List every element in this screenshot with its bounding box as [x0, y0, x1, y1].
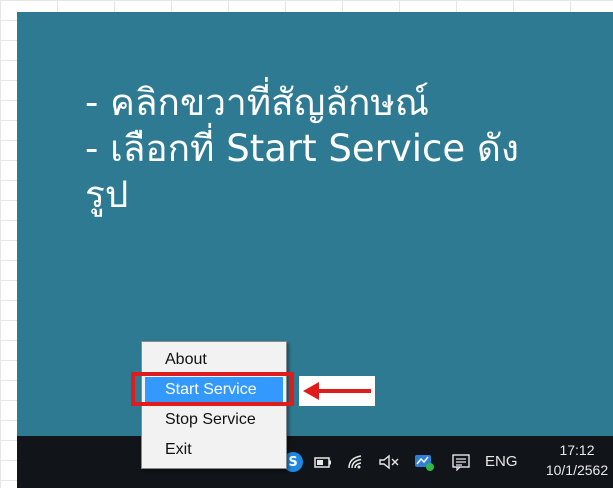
- instruction-line-1: - คลิกขวาที่สัญลักษณ์: [85, 81, 430, 124]
- network-monitor-icon[interactable]: [414, 452, 436, 472]
- clock-date: 10/1/2562: [545, 462, 609, 478]
- pointer-arrow-annotation: [299, 376, 375, 406]
- clock-time: 17:12: [559, 442, 595, 458]
- volume-muted-icon[interactable]: [378, 452, 400, 472]
- system-clock[interactable]: 17:12 10/1/2562: [537, 440, 613, 480]
- menu-item-about[interactable]: About: [145, 347, 283, 373]
- instruction-line-2: - เลือกที่ Start Service ดัง: [85, 127, 519, 170]
- windows-taskbar: S ENG 17:12 10/1/2562: [17, 436, 613, 488]
- wifi-icon[interactable]: [347, 452, 367, 472]
- instruction-text: - คลิกขวาที่สัญลักษณ์ - เลือกที่ Start S…: [85, 80, 605, 218]
- highlight-annotation-box: [131, 372, 294, 406]
- menu-item-stop-service[interactable]: Stop Service: [145, 407, 283, 433]
- instruction-slide: - คลิกขวาที่สัญลักษณ์ - เลือกที่ Start S…: [17, 12, 613, 488]
- notification-icon[interactable]: [451, 452, 471, 472]
- battery-icon[interactable]: [313, 452, 333, 472]
- menu-item-exit[interactable]: Exit: [145, 437, 283, 463]
- instruction-line-3: รูป: [85, 173, 129, 216]
- language-indicator[interactable]: ENG: [485, 453, 518, 470]
